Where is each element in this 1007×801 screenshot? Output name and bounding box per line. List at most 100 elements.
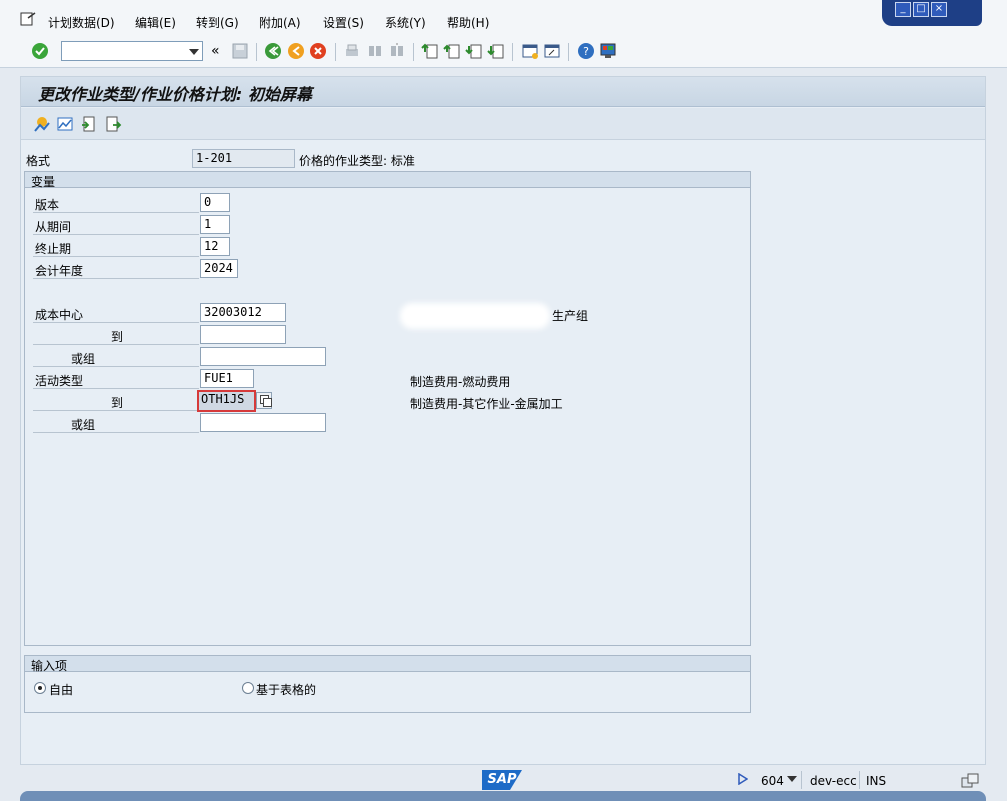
export-doc-icon[interactable] [104,115,122,133]
activity-type-field[interactable]: FUE1 [200,369,254,388]
menu-plan-data[interactable]: 计划数据(D) [48,14,115,31]
form-based-label: 基于表格的 [256,683,317,697]
standard-toolbar: « ? [0,38,1007,68]
title-bar: 更改作业类型/作业价格计划: 初始屏幕 [21,77,985,107]
label-underline [33,410,199,411]
maximize-icon[interactable]: □ [913,2,929,17]
menu-help[interactable]: 帮助(H) [447,14,489,31]
print-icon[interactable] [343,42,361,60]
menu-goto[interactable]: 转到(G) [196,14,239,31]
layout-label: 格式 [26,154,51,168]
entry-group-title: 输入项 [31,659,68,673]
label-underline [33,366,199,367]
status-separator [859,771,860,789]
client-number: 604 [761,774,784,788]
session-icon[interactable] [960,772,980,790]
version-label: 版本 [35,198,60,212]
last-page-icon[interactable] [487,42,505,60]
menu-extras[interactable]: 附加(A) [259,14,301,31]
to-period-label: 终止期 [35,242,72,256]
menu-settings[interactable]: 设置(S) [323,14,364,31]
page-title: 更改作业类型/作业价格计划: 初始屏幕 [38,85,312,104]
create-session-icon[interactable] [521,42,539,60]
label-underline [33,256,199,257]
redacted-area [400,303,550,329]
fiscal-year-label: 会计年度 [35,264,84,278]
find-next-icon[interactable] [388,42,406,60]
cost-center-group-field[interactable] [200,347,326,366]
application-toolbar [21,108,985,140]
from-period-label: 从期间 [35,220,72,234]
variables-group-title: 变量 [31,175,56,189]
free-entry-label: 自由 [49,683,74,697]
form-based-radio[interactable] [242,682,254,694]
cancel-icon[interactable] [309,42,327,60]
svg-text:?: ? [583,45,589,58]
chart-icon[interactable] [56,115,74,133]
first-page-icon[interactable] [421,42,439,60]
save-icon[interactable] [231,42,249,60]
menu-icon[interactable] [20,12,36,26]
toolbar-separator [413,43,414,61]
play-arrow-icon[interactable] [738,773,748,785]
minimize-icon[interactable]: _ [895,2,911,17]
copy-doc-icon[interactable] [80,115,98,133]
activity-type-group-label: 或组 [71,418,96,432]
window-controls: _ □ × [882,0,982,26]
exit-icon[interactable] [287,42,305,60]
toolbar-separator [512,43,513,61]
planning-profile-icon[interactable] [33,115,51,133]
previous-page-icon[interactable] [443,42,461,60]
activity-type-to-field[interactable]: OTH1JS [197,390,256,412]
label-underline [33,212,199,213]
activity-type-to-label: 到 [111,396,124,410]
label-underline [33,234,199,235]
toolbar-separator [256,43,257,61]
cost-center-description: 生产组 [552,309,589,323]
enter-check-icon[interactable] [31,42,49,60]
find-icon[interactable] [366,42,384,60]
help-icon[interactable]: ? [577,42,595,60]
insert-mode: INS [866,774,887,788]
cost-center-group-label: 或组 [71,352,96,366]
label-underline [33,278,199,279]
version-field[interactable]: 0 [200,193,230,212]
chevron-down-icon[interactable] [787,776,797,782]
shortcut-icon[interactable] [543,42,561,60]
customize-layout-icon[interactable] [599,42,617,60]
bottom-frame [20,791,986,801]
menu-bar: 计划数据(D) 编辑(E) 转到(G) 附加(A) 设置(S) 系统(Y) 帮助… [0,0,1007,38]
command-field[interactable] [61,41,203,61]
next-page-icon[interactable] [465,42,483,60]
fiscal-year-field[interactable]: 2024 [200,259,238,278]
cost-center-label: 成本中心 [35,308,84,322]
chevron-down-icon[interactable] [189,49,199,55]
collapse-icon[interactable]: « [211,43,220,59]
system-name: dev-ecc [810,774,857,788]
to-period-field[interactable]: 12 [200,237,230,256]
layout-field[interactable]: 1-201 [192,149,295,168]
activity-type-group-field[interactable] [200,413,326,432]
label-underline [33,388,199,389]
cost-center-to-field[interactable] [200,325,286,344]
activity-type-description: 制造费用-燃动费用 [410,375,511,389]
multiple-selection-icon[interactable] [256,392,272,409]
label-underline [33,432,199,433]
toolbar-separator [335,43,336,61]
free-entry-radio[interactable] [34,682,46,694]
menu-system[interactable]: 系统(Y) [385,14,426,31]
entry-group-header: 输入项 [25,656,750,673]
menu-edit[interactable]: 编辑(E) [135,14,176,31]
back-icon[interactable] [264,42,282,60]
cost-center-to-label: 到 [111,330,124,344]
close-icon[interactable]: × [931,2,947,17]
label-underline [33,344,199,345]
activity-type-label: 活动类型 [35,374,84,388]
variables-group: 变量 [24,171,751,646]
cost-center-field[interactable]: 32003012 [200,303,286,322]
label-underline [33,322,199,323]
toolbar-separator [568,43,569,61]
variables-group-header: 变量 [25,172,750,189]
layout-description: 价格的作业类型: 标准 [299,154,415,168]
from-period-field[interactable]: 1 [200,215,230,234]
